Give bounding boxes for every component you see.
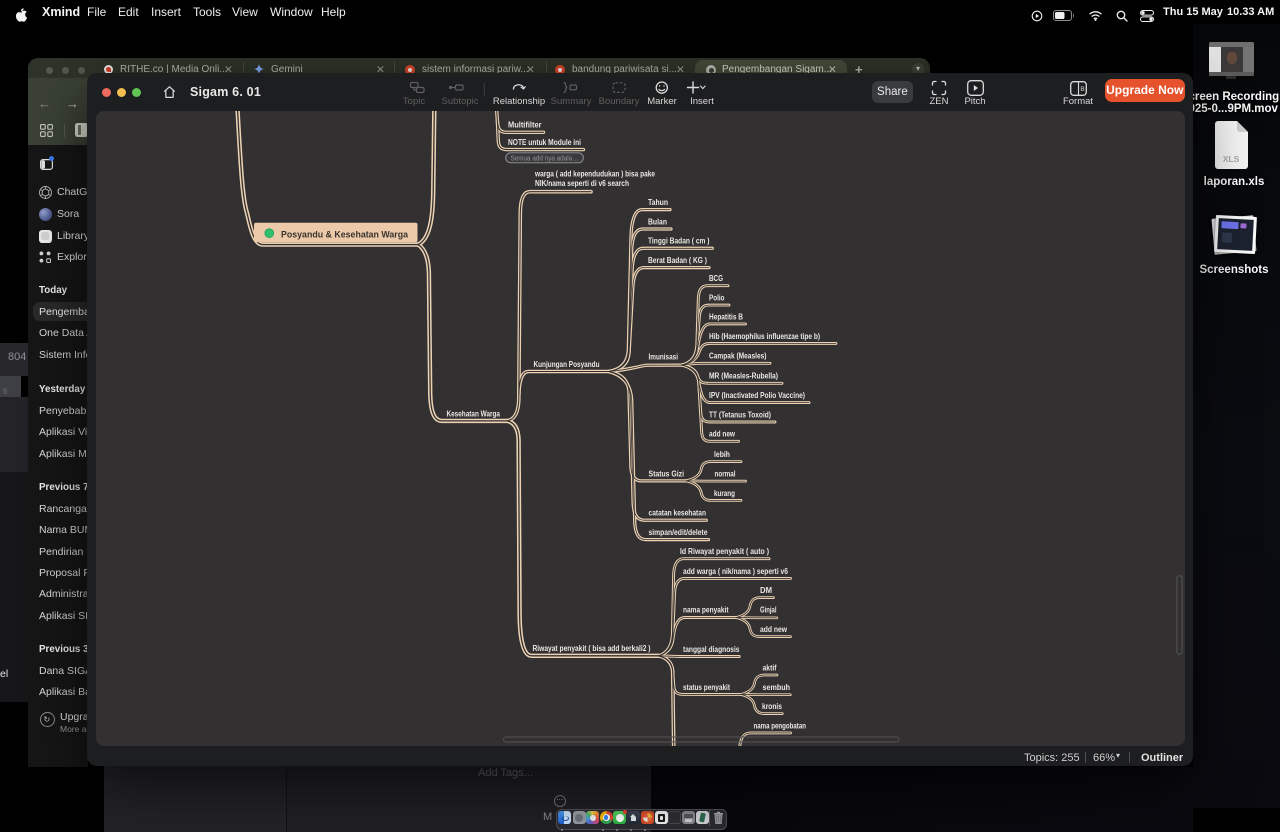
svg-text:Tahun: Tahun: [648, 198, 668, 207]
svg-text:Berat Badan ( KG ): Berat Badan ( KG ): [648, 256, 707, 265]
svg-text:add new: add new: [709, 430, 736, 439]
svg-text:tanggal diagnosis: tanggal diagnosis: [683, 645, 740, 654]
svg-text:nama pengobatan: nama pengobatan: [754, 721, 807, 730]
svg-text:aktif: aktif: [763, 663, 777, 672]
svg-text:B: B: [1080, 85, 1084, 92]
svg-text:Campak (Measles): Campak (Measles): [709, 352, 767, 361]
svg-text:Status Gizi: Status Gizi: [649, 469, 685, 478]
svg-text:Kesehatan Warga: Kesehatan Warga: [447, 409, 501, 418]
svg-text:Id Riwayat penyakit ( auto ): Id Riwayat penyakit ( auto ): [680, 547, 769, 556]
svg-text:NOTE untuk Module ini: NOTE untuk Module ini: [508, 138, 581, 147]
svg-text:Posyandu & Kesehatan Warga: Posyandu & Kesehatan Warga: [281, 229, 409, 240]
svg-text:Bulan: Bulan: [648, 217, 667, 226]
svg-text:add warga ( nik/nama ) seperti: add warga ( nik/nama ) seperti v6: [683, 567, 789, 576]
svg-text:catatan kesehatan: catatan kesehatan: [649, 509, 707, 518]
svg-text:Hepatitis B: Hepatitis B: [709, 312, 743, 321]
svg-text:status penyakit: status penyakit: [683, 683, 730, 692]
svg-text:add new: add new: [760, 625, 788, 634]
svg-text:NIK/nama seperti di v6 search: NIK/nama seperti di v6 search: [535, 179, 629, 188]
svg-text:simpan/edit/delete: simpan/edit/delete: [649, 528, 709, 537]
svg-text:XLS: XLS: [1223, 154, 1240, 164]
svg-text:Riwayat penyakit ( bisa add be: Riwayat penyakit ( bisa add berkali2 ): [533, 644, 651, 653]
svg-text:warga ( add kependudukan ) bis: warga ( add kependudukan ) bisa pake: [534, 170, 655, 179]
svg-text:kurang: kurang: [714, 489, 735, 498]
svg-text:IPV (Inactivated Polio Vaccine: IPV (Inactivated Polio Vaccine): [709, 391, 805, 400]
svg-text:Polio: Polio: [709, 294, 725, 303]
svg-text:Hib (Haemophilus influenzae ti: Hib (Haemophilus influenzae tipe b): [709, 332, 820, 341]
svg-text:nama penyakit: nama penyakit: [683, 605, 729, 614]
svg-text:lebih: lebih: [714, 450, 730, 459]
svg-text:TT (Tetanus Toxoid): TT (Tetanus Toxoid): [709, 410, 771, 419]
svg-text:Tinggi Badan ( cm ): Tinggi Badan ( cm ): [648, 237, 710, 246]
svg-text:Semua add nya adala…: Semua add nya adala…: [511, 153, 579, 162]
svg-text:normal: normal: [715, 470, 736, 479]
svg-text:DM: DM: [760, 586, 772, 595]
svg-text:kronis: kronis: [762, 702, 783, 711]
svg-text:Multifilter: Multifilter: [508, 121, 542, 130]
svg-text:sembuh: sembuh: [763, 683, 791, 692]
svg-text:Kunjungan Posyandu: Kunjungan Posyandu: [534, 360, 600, 369]
svg-text:Imunisasi: Imunisasi: [649, 353, 679, 362]
svg-text:MR (Measles-Rubella): MR (Measles-Rubella): [709, 372, 778, 381]
svg-text:Ginjal: Ginjal: [760, 606, 777, 615]
svg-text:BCG: BCG: [709, 274, 723, 283]
